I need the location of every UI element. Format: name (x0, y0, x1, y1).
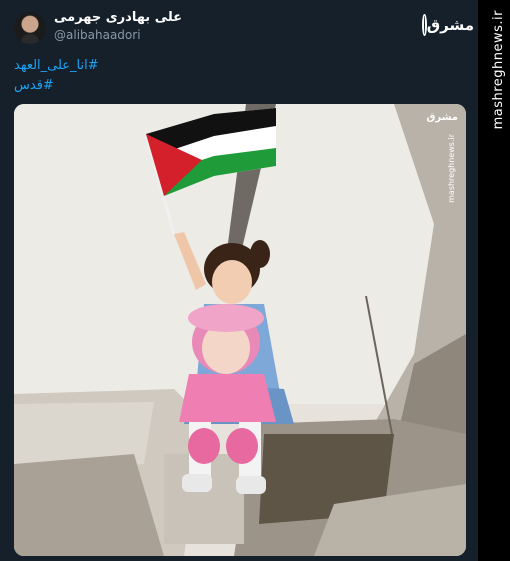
watermark: مشرق mashreghnews.ir (426, 112, 458, 203)
hashtag-link-2[interactable]: #قدس (14, 78, 54, 93)
display-name[interactable]: علی بهادری جهرمی (54, 10, 182, 25)
watermark-url: mashreghnews.ir (447, 134, 456, 203)
brand-logo-text: مشرق (426, 16, 474, 34)
avatar[interactable] (14, 12, 46, 44)
watermark-logo: مشرق (426, 112, 458, 123)
tweet-photo[interactable]: مشرق mashreghnews.ir (14, 104, 466, 556)
hashtag-link-1[interactable]: #انا_علی_العهد (14, 58, 99, 73)
side-branding-strip: mashreghnews.ir (478, 0, 510, 561)
photo-illustration (14, 104, 466, 556)
side-url: mashreghnews.ir (491, 10, 506, 130)
brand-logo: مشرق (420, 12, 474, 38)
tweet-card: علی بهادری جهرمی @alibahaadori #انا_علی_… (0, 0, 478, 561)
logo-ring-icon (422, 14, 427, 36)
user-handle[interactable]: @alibahaadori (54, 28, 141, 42)
